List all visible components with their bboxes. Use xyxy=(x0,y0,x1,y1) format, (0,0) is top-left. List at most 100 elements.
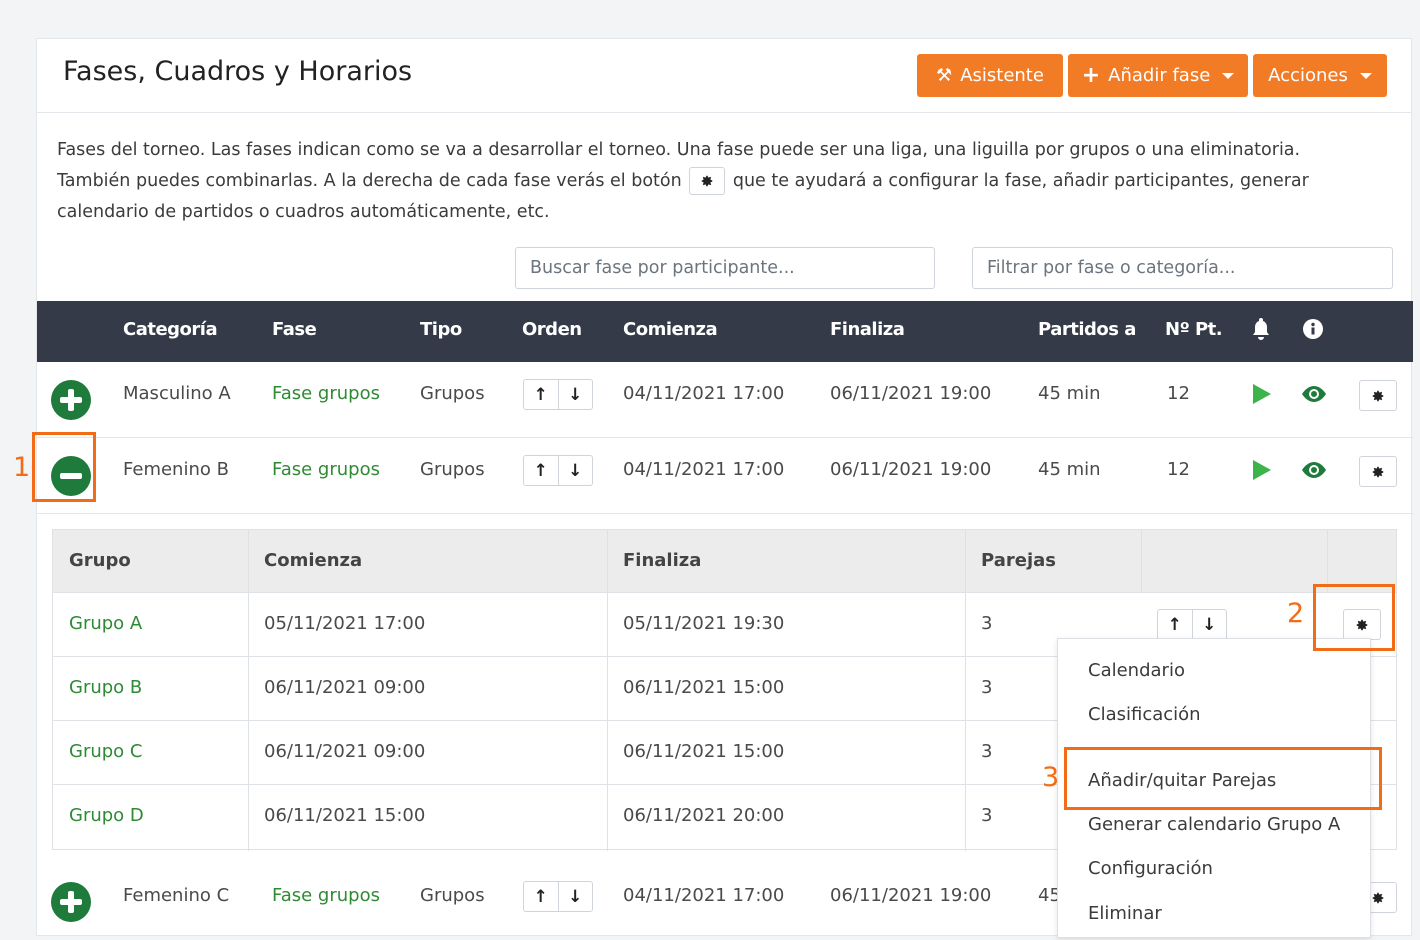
group-link[interactable]: Grupo B xyxy=(69,677,142,698)
phase-filter-input[interactable]: Filtrar por fase o categoría... xyxy=(972,247,1393,289)
caret-down-icon xyxy=(1222,72,1235,79)
menu-item-generate-calendar[interactable]: Generar calendario Grupo A xyxy=(1088,814,1340,835)
phase-link[interactable]: Fase grupos xyxy=(272,885,380,906)
col-end: Finaliza xyxy=(623,550,702,571)
groups-header: Grupo Comienza Finaliza Parejas xyxy=(53,530,1396,593)
group-pairs: 3 xyxy=(981,741,993,762)
col-pairs: Parejas xyxy=(981,550,1056,571)
menu-item-settings[interactable]: Configuración xyxy=(1088,858,1213,879)
end: 06/11/2021 19:00 xyxy=(830,459,992,480)
expand-icon[interactable] xyxy=(51,882,91,922)
description: Fases del torneo. Las fases indican como… xyxy=(57,140,1309,222)
gear-icon xyxy=(1372,466,1384,477)
arrow-up-icon[interactable]: ↑ xyxy=(1158,610,1193,639)
arrow-up-icon[interactable]: ↑ xyxy=(524,380,559,409)
arrow-down-icon[interactable]: ↓ xyxy=(1193,610,1227,639)
callout-number-3: 3 xyxy=(1042,762,1060,793)
eye-icon[interactable] xyxy=(1302,462,1326,482)
group-start: 05/11/2021 17:00 xyxy=(264,613,426,634)
gear-icon xyxy=(1372,390,1384,401)
order-buttons: ↑ ↓ xyxy=(523,455,593,486)
col-type: Tipo xyxy=(420,319,462,340)
menu-item-delete[interactable]: Eliminar xyxy=(1088,903,1162,924)
group-pairs: 3 xyxy=(981,805,993,826)
points: 12 xyxy=(1167,383,1190,404)
callout-box-1 xyxy=(32,432,96,502)
end: 06/11/2021 19:00 xyxy=(830,885,992,906)
group-pairs: 3 xyxy=(981,677,993,698)
phase-row: Femenino B Fase grupos Grupos ↑ ↓ 04/11/2… xyxy=(37,438,1413,514)
group-end: 06/11/2021 15:00 xyxy=(623,677,785,698)
callout-number-2: 2 xyxy=(1287,598,1305,629)
play-icon[interactable] xyxy=(1253,460,1271,480)
col-start: Comienza xyxy=(264,550,363,571)
menu-item-standings[interactable]: Clasificación xyxy=(1088,704,1201,725)
col-category: Categoría xyxy=(123,319,218,340)
actions-button[interactable]: Acciones xyxy=(1253,54,1387,97)
order-buttons: ↑ ↓ xyxy=(523,881,593,912)
caret-down-icon xyxy=(1359,72,1372,79)
plus-icon: + xyxy=(1081,63,1101,88)
type: Grupos xyxy=(420,885,485,906)
eye-icon[interactable] xyxy=(1302,386,1326,406)
info-icon xyxy=(1303,319,1323,344)
group-end: 06/11/2021 20:00 xyxy=(623,805,785,826)
phase-gear-button[interactable] xyxy=(1359,456,1397,487)
col-order: Orden xyxy=(522,319,582,340)
arrow-up-icon[interactable]: ↑ xyxy=(524,456,559,485)
group-pairs: 3 xyxy=(981,613,993,634)
arrow-up-icon[interactable]: ↑ xyxy=(524,882,559,911)
gear-icon xyxy=(1372,892,1384,903)
arrow-down-icon[interactable]: ↓ xyxy=(559,380,593,409)
group-link[interactable]: Grupo A xyxy=(69,613,142,634)
type: Grupos xyxy=(420,459,485,480)
divider xyxy=(248,530,249,851)
col-points: Nº Pt. xyxy=(1165,319,1223,340)
phase-link[interactable]: Fase grupos xyxy=(272,459,380,480)
end: 06/11/2021 19:00 xyxy=(830,383,992,404)
group-end: 06/11/2021 15:00 xyxy=(623,741,785,762)
bell-icon xyxy=(1251,318,1271,345)
matches: 45 min xyxy=(1038,383,1101,404)
category: Femenino C xyxy=(123,885,230,906)
group-start: 06/11/2021 15:00 xyxy=(264,805,426,826)
table-header: Categoría Fase Tipo Orden Comienza Final… xyxy=(37,301,1413,362)
expand-icon[interactable] xyxy=(51,380,91,420)
arrow-down-icon[interactable]: ↓ xyxy=(559,882,593,911)
callout-number-1: 1 xyxy=(13,452,31,483)
type: Grupos xyxy=(420,383,485,404)
order-buttons: ↑ ↓ xyxy=(1157,609,1227,640)
participant-search-input[interactable]: Buscar fase por participante... xyxy=(515,247,935,289)
gear-icon xyxy=(689,167,726,195)
divider xyxy=(1141,530,1142,593)
page-title: Fases, Cuadros y Horarios xyxy=(63,56,413,87)
start: 04/11/2021 17:00 xyxy=(623,885,785,906)
menu-item-calendar[interactable]: Calendario xyxy=(1088,660,1185,681)
callout-box-3 xyxy=(1064,747,1382,810)
divider xyxy=(965,530,966,851)
matches: 45 min xyxy=(1038,459,1101,480)
divider xyxy=(607,530,608,851)
category: Femenino B xyxy=(123,459,229,480)
order-buttons: ↑ ↓ xyxy=(523,379,593,410)
card-header: Fases, Cuadros y Horarios ⚒ Asistente + … xyxy=(37,39,1411,113)
phase-gear-button[interactable] xyxy=(1359,380,1397,411)
col-phase: Fase xyxy=(272,319,317,340)
start: 04/11/2021 17:00 xyxy=(623,383,785,404)
start: 04/11/2021 17:00 xyxy=(623,459,785,480)
wizard-button[interactable]: ⚒ Asistente xyxy=(917,54,1063,97)
group-start: 06/11/2021 09:00 xyxy=(264,677,426,698)
add-phase-button[interactable]: + Añadir fase xyxy=(1068,54,1248,97)
category: Masculino A xyxy=(123,383,231,404)
play-icon[interactable] xyxy=(1253,384,1271,404)
group-link[interactable]: Grupo D xyxy=(69,805,144,826)
col-end: Finaliza xyxy=(830,319,905,340)
col-group: Grupo xyxy=(69,550,131,571)
group-link[interactable]: Grupo C xyxy=(69,741,143,762)
group-end: 05/11/2021 19:30 xyxy=(623,613,785,634)
page: Fases, Cuadros y Horarios ⚒ Asistente + … xyxy=(8,6,1414,938)
phase-link[interactable]: Fase grupos xyxy=(272,383,380,404)
arrow-down-icon[interactable]: ↓ xyxy=(559,456,593,485)
col-matches: Partidos a xyxy=(1038,319,1136,340)
group-start: 06/11/2021 09:00 xyxy=(264,741,426,762)
